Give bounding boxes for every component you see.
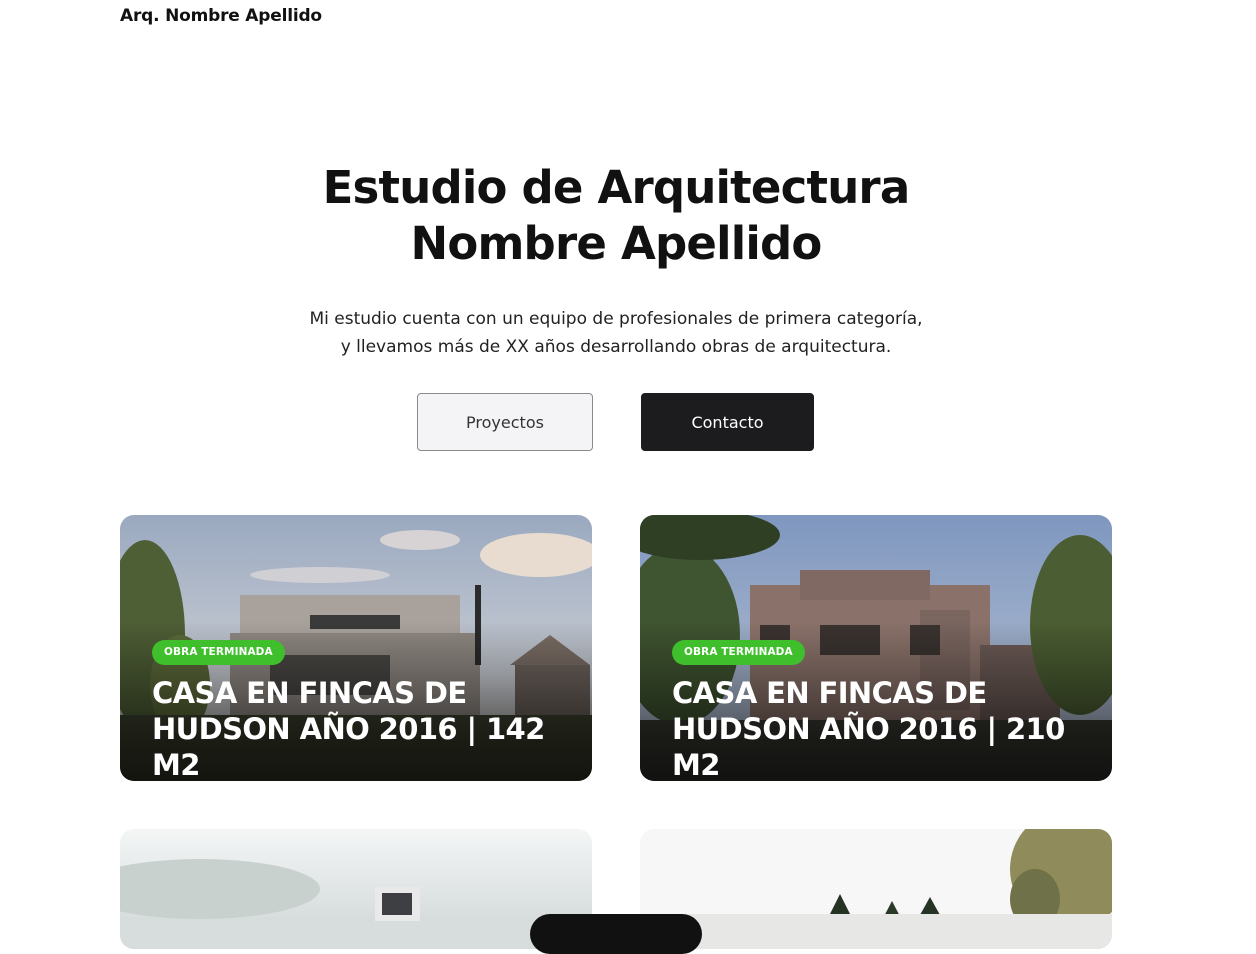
status-badge: OBRA TERMINADA bbox=[672, 640, 805, 665]
project-title-line-1: CASA EN FINCAS DE bbox=[152, 676, 467, 710]
hero-title-line-2: Nombre Apellido bbox=[410, 217, 822, 270]
floating-action-pill[interactable] bbox=[530, 914, 702, 954]
hero-title: Estudio de Arquitectura Nombre Apellido bbox=[0, 160, 1232, 272]
projects-button[interactable]: Proyectos bbox=[417, 393, 593, 451]
project-photo bbox=[640, 829, 1112, 949]
project-photo bbox=[120, 829, 592, 949]
project-title-line-2: HUDSON AÑO 2016 | 142 M2 bbox=[152, 712, 545, 781]
project-card[interactable] bbox=[640, 829, 1112, 949]
project-title-line-2: HUDSON AÑO 2016 | 210 M2 bbox=[672, 712, 1065, 781]
hero-title-line-1: Estudio de Arquitectura bbox=[322, 161, 911, 214]
project-title: CASA EN FINCAS DE HUDSON AÑO 2016 | 142 … bbox=[152, 675, 572, 781]
status-badge: OBRA TERMINADA bbox=[152, 640, 285, 665]
project-title: CASA EN FINCAS DE HUDSON AÑO 2016 | 210 … bbox=[672, 675, 1092, 781]
site-brand[interactable]: Arq. Nombre Apellido bbox=[120, 6, 322, 26]
hero-description: Mi estudio cuenta con un equipo de profe… bbox=[0, 305, 1232, 361]
project-card[interactable]: OBRA TERMINADA CASA EN FINCAS DE HUDSON … bbox=[120, 515, 592, 781]
hero-description-line-2: y llevamos más de XX años desarrollando … bbox=[340, 337, 892, 357]
hero-description-line-1: Mi estudio cuenta con un equipo de profe… bbox=[309, 309, 923, 329]
project-card[interactable]: OBRA TERMINADA CASA EN FINCAS DE HUDSON … bbox=[640, 515, 1112, 781]
contact-button[interactable]: Contacto bbox=[641, 393, 814, 451]
project-title-line-1: CASA EN FINCAS DE bbox=[672, 676, 987, 710]
project-card[interactable] bbox=[120, 829, 592, 949]
